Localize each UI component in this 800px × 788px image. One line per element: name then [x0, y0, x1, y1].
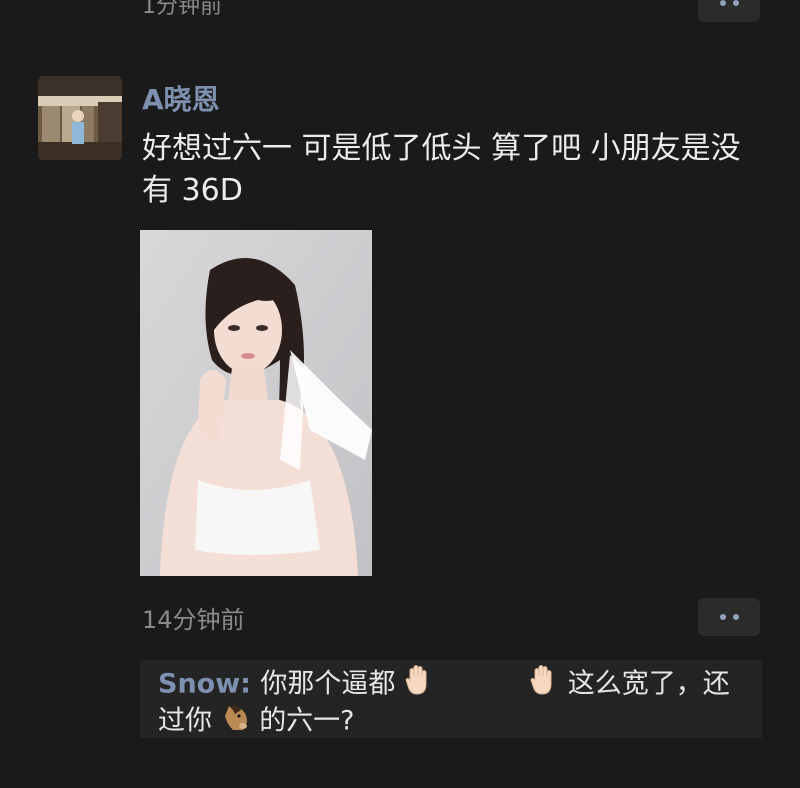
comment-text-part4: 的六一? — [259, 705, 355, 737]
post-more-button[interactable] — [698, 598, 760, 636]
more-dot — [719, 614, 726, 620]
author-name[interactable]: A晓恩 — [142, 78, 220, 118]
commenter-name[interactable]: Snow — [158, 669, 240, 700]
comment-line-2: 过你 的六一? — [158, 702, 355, 742]
comment-text-part3: 过你 — [158, 705, 212, 737]
more-dot — [732, 0, 739, 6]
post-photo[interactable] — [140, 230, 372, 576]
more-dot — [719, 0, 726, 6]
comment-text-part2: 这么宽了，还 — [567, 668, 730, 700]
raised-hand-icon — [529, 664, 559, 706]
comment-box: Snow: 你那个逼都 这么宽了，还 过你 的六一? — [140, 660, 762, 738]
comment-line-1: Snow: 你那个逼都 这么宽了，还 — [158, 664, 730, 706]
comment-text-part1: 你那个逼都 — [260, 668, 396, 700]
author-avatar[interactable] — [38, 76, 122, 160]
more-dot — [732, 614, 739, 620]
previous-post-more-button[interactable] — [698, 0, 760, 22]
commenter-separator: : — [240, 668, 261, 700]
previous-post-time: 1分钟前 — [142, 0, 222, 19]
post-text: 好想过六一 可是低了低头 算了吧 小朋友是没有 36D — [142, 131, 741, 208]
post-time: 14分钟前 — [142, 606, 245, 634]
horse-face-icon — [221, 702, 251, 742]
raised-hand-icon — [404, 664, 434, 706]
